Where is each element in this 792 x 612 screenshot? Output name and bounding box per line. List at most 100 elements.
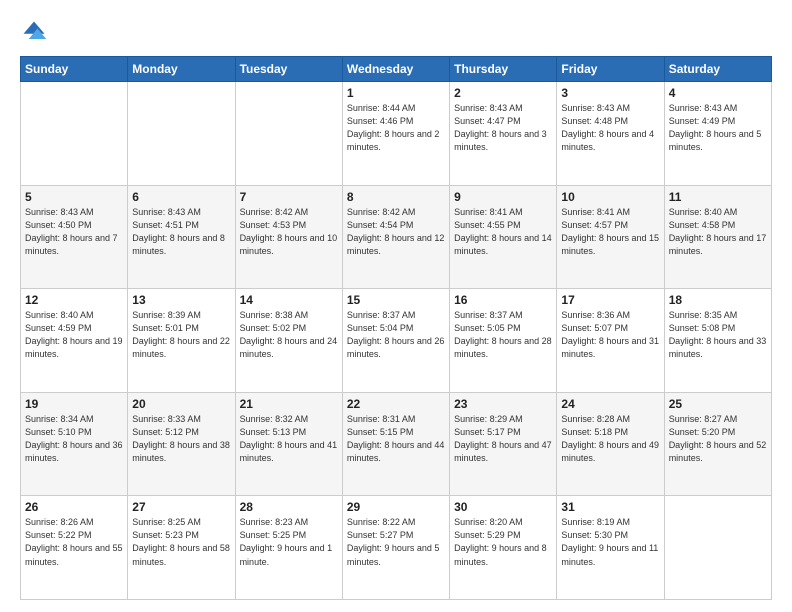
- day-cell: [664, 496, 771, 600]
- day-info: Sunrise: 8:36 AM Sunset: 5:07 PM Dayligh…: [561, 309, 659, 361]
- header-row: SundayMondayTuesdayWednesdayThursdayFrid…: [21, 57, 772, 82]
- day-number: 29: [347, 500, 445, 514]
- day-number: 4: [669, 86, 767, 100]
- day-number: 21: [240, 397, 338, 411]
- day-number: 26: [25, 500, 123, 514]
- col-header-tuesday: Tuesday: [235, 57, 342, 82]
- day-cell: 21 Sunrise: 8:32 AM Sunset: 5:13 PM Dayli…: [235, 392, 342, 496]
- day-number: 6: [132, 190, 230, 204]
- day-cell: 23 Sunrise: 8:29 AM Sunset: 5:17 PM Dayli…: [450, 392, 557, 496]
- day-cell: 30Sunrise: 8:20 AM Sunset: 5:29 PM Dayli…: [450, 496, 557, 600]
- day-info: Sunrise: 8:32 AM Sunset: 5:13 PM Dayligh…: [240, 413, 338, 465]
- day-number: 14: [240, 293, 338, 307]
- day-number: 24: [561, 397, 659, 411]
- day-number: 12: [25, 293, 123, 307]
- day-cell: 20 Sunrise: 8:33 AM Sunset: 5:12 PM Dayli…: [128, 392, 235, 496]
- day-cell: 17 Sunrise: 8:36 AM Sunset: 5:07 PM Dayli…: [557, 289, 664, 393]
- day-number: 25: [669, 397, 767, 411]
- day-cell: [21, 82, 128, 186]
- day-number: 20: [132, 397, 230, 411]
- day-info: Sunrise: 8:43 AM Sunset: 4:51 PM Dayligh…: [132, 206, 230, 258]
- day-number: 13: [132, 293, 230, 307]
- day-info: Sunrise: 8:41 AM Sunset: 4:55 PM Dayligh…: [454, 206, 552, 258]
- week-row-5: 26 Sunrise: 8:26 AM Sunset: 5:22 PM Dayli…: [21, 496, 772, 600]
- day-cell: 26 Sunrise: 8:26 AM Sunset: 5:22 PM Dayli…: [21, 496, 128, 600]
- day-info: Sunrise: 8:38 AM Sunset: 5:02 PM Dayligh…: [240, 309, 338, 361]
- day-info: Sunrise: 8:34 AM Sunset: 5:10 PM Dayligh…: [25, 413, 123, 465]
- day-info: Sunrise: 8:20 AM Sunset: 5:29 PM Dayligh…: [454, 516, 552, 568]
- day-info: Sunrise: 8:22 AM Sunset: 5:27 PM Dayligh…: [347, 516, 445, 568]
- day-cell: [128, 82, 235, 186]
- col-header-friday: Friday: [557, 57, 664, 82]
- day-info: Sunrise: 8:43 AM Sunset: 4:48 PM Dayligh…: [561, 102, 659, 154]
- week-row-4: 19Sunrise: 8:34 AM Sunset: 5:10 PM Dayli…: [21, 392, 772, 496]
- day-cell: 9 Sunrise: 8:41 AM Sunset: 4:55 PM Daylig…: [450, 185, 557, 289]
- day-info: Sunrise: 8:37 AM Sunset: 5:04 PM Dayligh…: [347, 309, 445, 361]
- day-cell: 25Sunrise: 8:27 AM Sunset: 5:20 PM Dayli…: [664, 392, 771, 496]
- logo-icon: [20, 18, 48, 46]
- day-info: Sunrise: 8:42 AM Sunset: 4:54 PM Dayligh…: [347, 206, 445, 258]
- week-row-1: 1 Sunrise: 8:44 AM Sunset: 4:46 PM Daylig…: [21, 82, 772, 186]
- day-number: 23: [454, 397, 552, 411]
- col-header-thursday: Thursday: [450, 57, 557, 82]
- day-info: Sunrise: 8:33 AM Sunset: 5:12 PM Dayligh…: [132, 413, 230, 465]
- logo: [20, 18, 52, 46]
- day-info: Sunrise: 8:43 AM Sunset: 4:47 PM Dayligh…: [454, 102, 552, 154]
- day-cell: 11Sunrise: 8:40 AM Sunset: 4:58 PM Dayli…: [664, 185, 771, 289]
- day-info: Sunrise: 8:40 AM Sunset: 4:58 PM Dayligh…: [669, 206, 767, 258]
- day-info: Sunrise: 8:43 AM Sunset: 4:49 PM Dayligh…: [669, 102, 767, 154]
- day-cell: 1 Sunrise: 8:44 AM Sunset: 4:46 PM Daylig…: [342, 82, 449, 186]
- page: SundayMondayTuesdayWednesdayThursdayFrid…: [0, 0, 792, 612]
- day-cell: 6 Sunrise: 8:43 AM Sunset: 4:51 PM Daylig…: [128, 185, 235, 289]
- day-info: Sunrise: 8:37 AM Sunset: 5:05 PM Dayligh…: [454, 309, 552, 361]
- day-number: 22: [347, 397, 445, 411]
- day-cell: 4 Sunrise: 8:43 AM Sunset: 4:49 PM Daylig…: [664, 82, 771, 186]
- day-cell: 12Sunrise: 8:40 AM Sunset: 4:59 PM Dayli…: [21, 289, 128, 393]
- day-info: Sunrise: 8:31 AM Sunset: 5:15 PM Dayligh…: [347, 413, 445, 465]
- day-cell: 15 Sunrise: 8:37 AM Sunset: 5:04 PM Dayli…: [342, 289, 449, 393]
- day-number: 10: [561, 190, 659, 204]
- day-number: 27: [132, 500, 230, 514]
- header: [20, 18, 772, 46]
- day-cell: 29 Sunrise: 8:22 AM Sunset: 5:27 PM Dayli…: [342, 496, 449, 600]
- day-cell: 24 Sunrise: 8:28 AM Sunset: 5:18 PM Dayli…: [557, 392, 664, 496]
- day-number: 5: [25, 190, 123, 204]
- day-info: Sunrise: 8:44 AM Sunset: 4:46 PM Dayligh…: [347, 102, 445, 154]
- day-info: Sunrise: 8:25 AM Sunset: 5:23 PM Dayligh…: [132, 516, 230, 568]
- col-header-saturday: Saturday: [664, 57, 771, 82]
- day-number: 17: [561, 293, 659, 307]
- day-number: 15: [347, 293, 445, 307]
- day-number: 1: [347, 86, 445, 100]
- day-info: Sunrise: 8:42 AM Sunset: 4:53 PM Dayligh…: [240, 206, 338, 258]
- day-cell: 18Sunrise: 8:35 AM Sunset: 5:08 PM Dayli…: [664, 289, 771, 393]
- day-cell: 7Sunrise: 8:42 AM Sunset: 4:53 PM Daylig…: [235, 185, 342, 289]
- day-number: 2: [454, 86, 552, 100]
- day-cell: 22 Sunrise: 8:31 AM Sunset: 5:15 PM Dayli…: [342, 392, 449, 496]
- day-cell: 14 Sunrise: 8:38 AM Sunset: 5:02 PM Dayli…: [235, 289, 342, 393]
- day-info: Sunrise: 8:23 AM Sunset: 5:25 PM Dayligh…: [240, 516, 338, 568]
- day-cell: 28 Sunrise: 8:23 AM Sunset: 5:25 PM Dayli…: [235, 496, 342, 600]
- day-cell: [235, 82, 342, 186]
- day-cell: 19Sunrise: 8:34 AM Sunset: 5:10 PM Dayli…: [21, 392, 128, 496]
- col-header-wednesday: Wednesday: [342, 57, 449, 82]
- day-number: 31: [561, 500, 659, 514]
- day-info: Sunrise: 8:41 AM Sunset: 4:57 PM Dayligh…: [561, 206, 659, 258]
- day-number: 16: [454, 293, 552, 307]
- day-cell: 31Sunrise: 8:19 AM Sunset: 5:30 PM Dayli…: [557, 496, 664, 600]
- week-row-2: 5Sunrise: 8:43 AM Sunset: 4:50 PM Daylig…: [21, 185, 772, 289]
- day-info: Sunrise: 8:26 AM Sunset: 5:22 PM Dayligh…: [25, 516, 123, 568]
- day-number: 28: [240, 500, 338, 514]
- day-info: Sunrise: 8:28 AM Sunset: 5:18 PM Dayligh…: [561, 413, 659, 465]
- day-cell: 27 Sunrise: 8:25 AM Sunset: 5:23 PM Dayli…: [128, 496, 235, 600]
- day-cell: 2 Sunrise: 8:43 AM Sunset: 4:47 PM Daylig…: [450, 82, 557, 186]
- day-number: 8: [347, 190, 445, 204]
- day-number: 9: [454, 190, 552, 204]
- day-cell: 13Sunrise: 8:39 AM Sunset: 5:01 PM Dayli…: [128, 289, 235, 393]
- day-info: Sunrise: 8:29 AM Sunset: 5:17 PM Dayligh…: [454, 413, 552, 465]
- day-cell: 8 Sunrise: 8:42 AM Sunset: 4:54 PM Daylig…: [342, 185, 449, 289]
- day-cell: 3Sunrise: 8:43 AM Sunset: 4:48 PM Daylig…: [557, 82, 664, 186]
- week-row-3: 12Sunrise: 8:40 AM Sunset: 4:59 PM Dayli…: [21, 289, 772, 393]
- calendar-table: SundayMondayTuesdayWednesdayThursdayFrid…: [20, 56, 772, 600]
- day-number: 18: [669, 293, 767, 307]
- day-cell: 10 Sunrise: 8:41 AM Sunset: 4:57 PM Dayli…: [557, 185, 664, 289]
